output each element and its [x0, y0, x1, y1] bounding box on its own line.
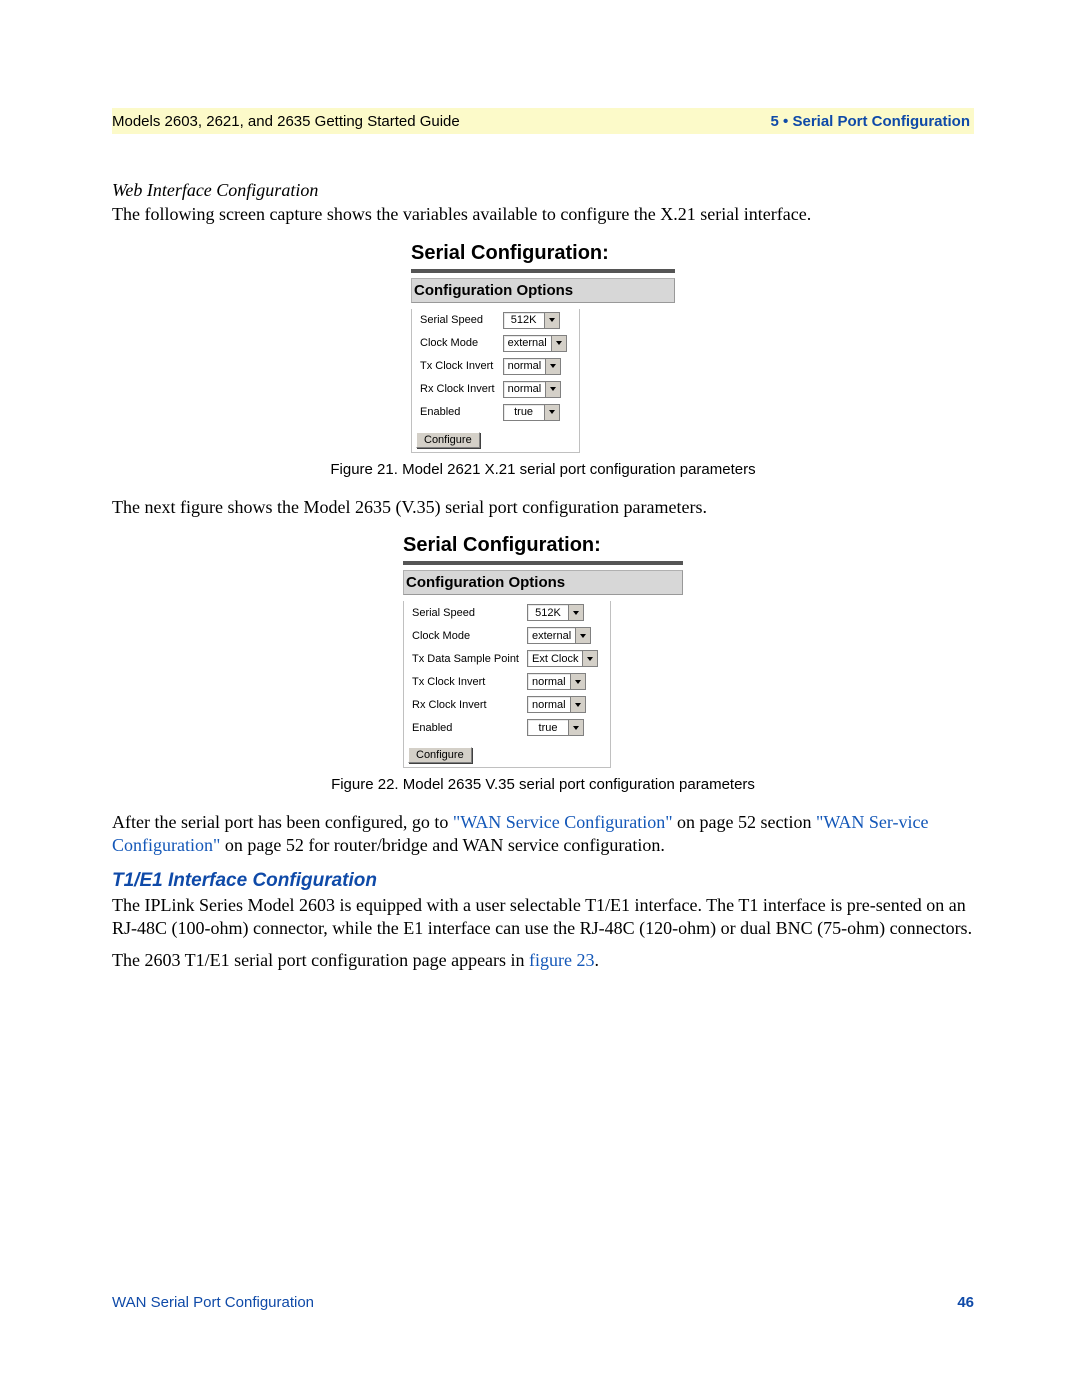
serial-speed-select[interactable]: 512K [503, 312, 560, 329]
configure-button[interactable]: Configure [416, 432, 480, 448]
after-text: After the serial port has been configure… [112, 811, 974, 856]
table-row: Tx Clock Invertnormal [410, 670, 604, 693]
header-bar: Models 2603, 2621, and 2635 Getting Star… [112, 108, 974, 134]
opt-label: Tx Clock Invert [418, 355, 501, 378]
serial-speed-select[interactable]: 512K [527, 604, 584, 621]
table-row: Clock Modeexternal [410, 624, 604, 647]
table-row: Enabledtrue [410, 716, 604, 739]
table-row: Clock Modeexternal [418, 332, 573, 355]
wan-service-link[interactable]: "WAN Service Configuration" [453, 812, 673, 832]
opt-label: Clock Mode [418, 332, 501, 355]
panel-rule [411, 269, 675, 274]
clock-mode-select[interactable]: external [527, 627, 591, 644]
figure-23-link[interactable]: figure 23 [529, 950, 594, 970]
panel-title: Serial Configuration: [411, 242, 675, 265]
table-row: Rx Clock Invertnormal [410, 693, 604, 716]
text: The 2603 T1/E1 serial port configuration… [112, 950, 529, 970]
chevron-down-icon[interactable] [570, 674, 585, 689]
section-subhead: Web Interface Configuration [112, 180, 974, 201]
config-table: Serial Speed512K Clock Modeexternal Tx C… [418, 309, 573, 424]
chevron-down-icon[interactable] [544, 405, 559, 420]
rx-clock-invert-select[interactable]: normal [527, 696, 586, 713]
opt-label: Tx Clock Invert [410, 670, 525, 693]
opt-label: Enabled [410, 716, 525, 739]
chevron-down-icon[interactable] [575, 628, 590, 643]
panel-title: Serial Configuration: [403, 534, 683, 557]
footer: WAN Serial Port Configuration 46 [112, 1294, 974, 1311]
chevron-down-icon[interactable] [568, 605, 583, 620]
opt-label: Serial Speed [418, 309, 501, 332]
page-number: 46 [957, 1294, 974, 1311]
serial-config-panel-1: Serial Configuration: Configuration Opti… [411, 242, 675, 453]
opt-label: Rx Clock Invert [410, 693, 525, 716]
clock-mode-select[interactable]: external [503, 335, 567, 352]
figure-caption: Figure 21. Model 2621 X.21 serial port c… [112, 461, 974, 478]
chevron-down-icon[interactable] [568, 720, 583, 735]
mid-text: The next figure shows the Model 2635 (V.… [112, 496, 974, 519]
chevron-down-icon[interactable] [551, 336, 566, 351]
tx-clock-invert-select[interactable]: normal [527, 673, 586, 690]
panel-rule [403, 561, 683, 566]
table-row: Serial Speed512K [410, 601, 604, 624]
text: After the serial port has been configure… [112, 812, 453, 832]
t1e1-p2: The 2603 T1/E1 serial port configuration… [112, 949, 974, 972]
tx-clock-invert-select[interactable]: normal [503, 358, 562, 375]
page: Models 2603, 2621, and 2635 Getting Star… [0, 0, 1080, 1397]
chevron-down-icon[interactable] [582, 651, 597, 666]
table-row: Enabledtrue [418, 401, 573, 424]
footer-left: WAN Serial Port Configuration [112, 1294, 314, 1311]
panel-subtitle: Configuration Options [403, 570, 683, 595]
chevron-down-icon[interactable] [545, 359, 560, 374]
opt-label: Serial Speed [410, 601, 525, 624]
table-row: Rx Clock Invertnormal [418, 378, 573, 401]
serial-config-panel-2: Serial Configuration: Configuration Opti… [403, 534, 683, 768]
text: . [595, 950, 600, 970]
opt-label: Tx Data Sample Point [410, 647, 525, 670]
opt-label: Rx Clock Invert [418, 378, 501, 401]
text: on page 52 section [673, 812, 816, 832]
options-box: Serial Speed512K Clock Modeexternal Tx D… [403, 601, 611, 768]
chevron-down-icon[interactable] [544, 313, 559, 328]
chevron-down-icon[interactable] [570, 697, 585, 712]
chevron-down-icon[interactable] [545, 382, 560, 397]
rx-clock-invert-select[interactable]: normal [503, 381, 562, 398]
figure-caption: Figure 22. Model 2635 V.35 serial port c… [112, 776, 974, 793]
options-box: Serial Speed512K Clock Modeexternal Tx C… [411, 309, 580, 453]
config-table: Serial Speed512K Clock Modeexternal Tx D… [410, 601, 604, 739]
opt-label: Enabled [418, 401, 501, 424]
intro-text: The following screen capture shows the v… [112, 203, 974, 226]
text: on page 52 for router/bridge and WAN ser… [220, 835, 665, 855]
table-row: Tx Data Sample PointExt Clock [410, 647, 604, 670]
enabled-select[interactable]: true [527, 719, 584, 736]
opt-label: Clock Mode [410, 624, 525, 647]
t1e1-heading: T1/E1 Interface Configuration [112, 870, 974, 892]
tx-data-sample-select[interactable]: Ext Clock [527, 650, 598, 667]
enabled-select[interactable]: true [503, 404, 560, 421]
configure-button[interactable]: Configure [408, 747, 472, 763]
header-left: Models 2603, 2621, and 2635 Getting Star… [112, 113, 460, 130]
header-right: 5 • Serial Port Configuration [771, 113, 970, 130]
table-row: Tx Clock Invertnormal [418, 355, 573, 378]
panel-subtitle: Configuration Options [411, 278, 675, 303]
table-row: Serial Speed512K [418, 309, 573, 332]
t1e1-p1: The IPLink Series Model 2603 is equipped… [112, 894, 974, 939]
